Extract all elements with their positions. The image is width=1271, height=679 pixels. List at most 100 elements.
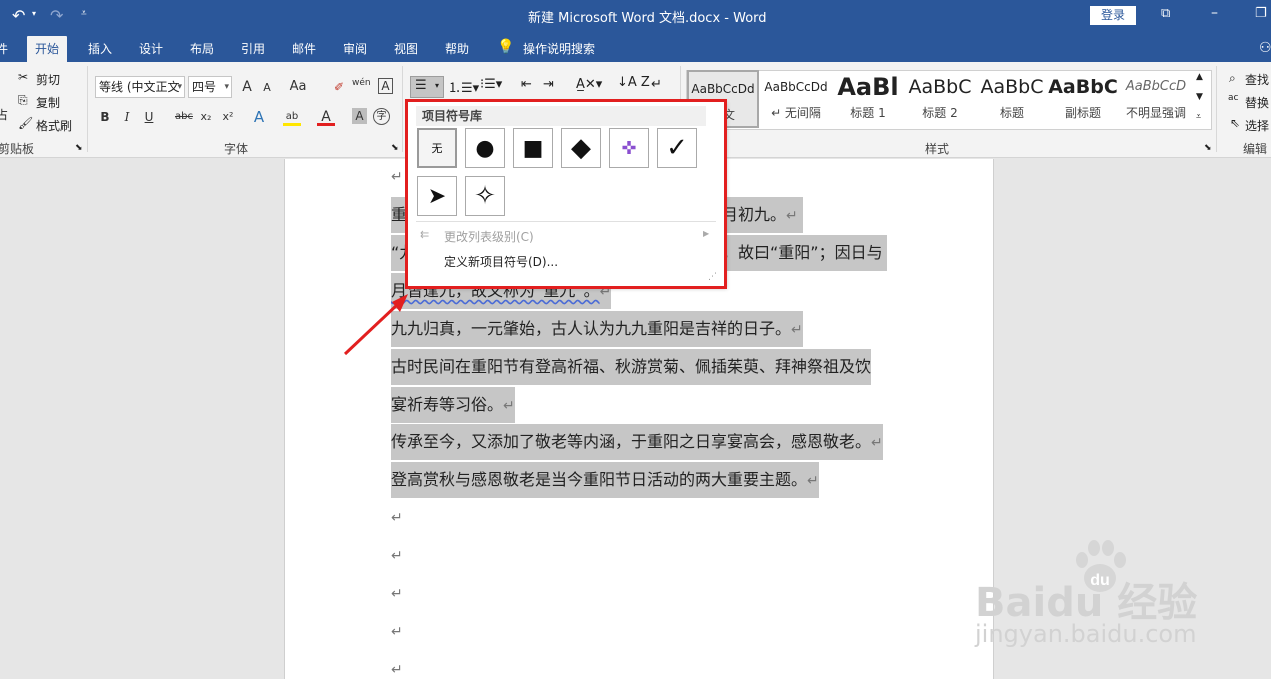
tell-me-search[interactable]: 操作说明搜索 <box>523 40 595 57</box>
bullet-none-option[interactable]: 无 <box>417 128 457 168</box>
undo-icon[interactable]: ↶ <box>12 6 25 25</box>
tab-references[interactable]: 引用 <box>241 40 265 57</box>
tab-file[interactable]: 件 <box>0 40 8 57</box>
customize-qat-icon[interactable]: ⩡ <box>81 8 87 19</box>
doc-line-1a[interactable]: 重 <box>391 197 408 233</box>
doc-line-6[interactable]: 宴祈寿等习俗。↵ <box>391 387 515 423</box>
text-fragment: 传承至今，又添加了敬老等内涵，于重阳之日享宴高会，感恩敬老。 <box>391 432 872 451</box>
text-effects-button[interactable]: A <box>250 108 268 126</box>
increase-indent-button[interactable]: ⇥ <box>543 77 554 92</box>
superscript-button[interactable]: x² <box>219 108 237 126</box>
shrink-font-button[interactable]: A <box>258 79 276 97</box>
tab-help[interactable]: 帮助 <box>445 40 469 57</box>
minimize-icon[interactable]: – <box>1211 5 1218 21</box>
style-no-spacing[interactable]: AaBbCcDd ↵ 无间隔 <box>760 70 832 128</box>
redo-icon[interactable]: ↷ <box>50 6 63 25</box>
bullet-four-arrow-option[interactable]: ✜ <box>609 128 649 168</box>
doc-line-5[interactable]: 古时民间在重阳节有登高祈福、秋游赏菊、佩插茱萸、拜神祭祖及饮 <box>391 349 872 385</box>
text-fragment: 重 <box>391 205 408 224</box>
style-subtle-emphasis[interactable]: AaBbCcD 不明显强调 <box>1120 70 1192 128</box>
clear-formatting-button[interactable]: ✐ <box>330 78 348 96</box>
highlight-button[interactable]: ab <box>283 108 301 126</box>
bullets-button[interactable]: ☰ ▾ <box>410 76 444 98</box>
login-button[interactable]: 登录 <box>1090 6 1136 25</box>
sort-button[interactable]: ↓A Z <box>617 75 650 90</box>
char-shading-button[interactable]: A <box>352 108 367 124</box>
bold-button[interactable]: B <box>96 108 114 126</box>
text-fragment: 登高赏秋与感恩敬老是当今重阳节日活动的两大重要主题。 <box>391 470 808 489</box>
styles-group-label: 样式 <box>925 142 950 156</box>
bullet-check-option[interactable]: ✓ <box>657 128 697 168</box>
format-painter-icon: 🖌 <box>18 116 34 130</box>
enclose-char-button[interactable]: 字 <box>373 108 390 125</box>
decrease-indent-button[interactable]: ⇤ <box>521 77 532 92</box>
font-launcher-icon[interactable]: ⬊ <box>391 143 399 153</box>
text-fragment: 宴祈寿等习俗。 <box>391 395 504 414</box>
format-painter-button[interactable]: 格式刷 <box>36 117 72 134</box>
bullet-star-option[interactable]: ✧ <box>465 176 505 216</box>
undo-dropdown-icon[interactable]: ▾ <box>32 9 36 18</box>
replace-icon: ac <box>1228 93 1239 103</box>
find-button[interactable]: 查找 <box>1245 71 1269 88</box>
change-case-button[interactable]: Aa <box>286 78 310 96</box>
find-icon: ⌕ <box>1229 71 1236 85</box>
tab-mailings[interactable]: 邮件 <box>292 40 316 57</box>
tab-view[interactable]: 视图 <box>394 40 418 57</box>
bullet-arrowhead-option[interactable]: ➤ <box>417 176 457 216</box>
numbering-button[interactable]: ⒈☰▾ <box>448 77 479 96</box>
styles-scroll-down-icon[interactable]: ▼ <box>1196 92 1203 102</box>
bullet-diamond-option[interactable]: ◆ <box>561 128 601 168</box>
paragraph-mark: ↵ <box>791 322 803 338</box>
tab-insert[interactable]: 插入 <box>88 40 112 57</box>
cut-button[interactable]: 剪切 <box>36 71 60 88</box>
lightbulb-icon: 💡 <box>497 39 515 55</box>
subscript-button[interactable]: x₂ <box>197 108 215 126</box>
strikethrough-button[interactable]: abc <box>172 108 196 126</box>
tab-review[interactable]: 审阅 <box>343 40 367 57</box>
tab-design[interactable]: 设计 <box>139 40 163 57</box>
char-border-button[interactable]: A <box>378 78 393 94</box>
copy-button[interactable]: 复制 <box>36 94 60 111</box>
paste-button-fragment[interactable]: 占 <box>0 106 8 123</box>
grow-font-button[interactable]: A <box>238 78 256 96</box>
italic-button[interactable]: I <box>118 108 136 126</box>
tab-home[interactable]: 开始 <box>27 36 68 62</box>
paragraph-mark: ↵ <box>391 586 403 602</box>
restore-icon[interactable]: ❐ <box>1255 6 1267 21</box>
clipboard-launcher-icon[interactable]: ⬊ <box>75 143 83 153</box>
style-heading-1[interactable]: AaBl 标题 1 <box>832 70 904 128</box>
font-color-button[interactable]: A <box>317 108 335 126</box>
doc-line-8[interactable]: 登高赏秋与感恩敬老是当今重阳节日活动的两大重要主题。↵ <box>391 462 819 498</box>
multilevel-list-button[interactable]: ⁝☰▾ <box>480 77 502 92</box>
style-heading-2[interactable]: AaBbC 标题 2 <box>904 70 976 128</box>
person-icon[interactable]: ⚇ <box>1259 40 1271 56</box>
styles-more-icon[interactable]: ⩡ <box>1196 112 1201 122</box>
chevron-down-icon: ▾ <box>435 81 440 90</box>
replace-button[interactable]: 替换 <box>1245 94 1269 111</box>
style-preview: AaBl <box>837 73 899 101</box>
bullet-square-option[interactable]: ■ <box>513 128 553 168</box>
change-list-level-item: 更改列表级别(C) <box>444 230 534 244</box>
styles-scroll-up-icon[interactable]: ▲ <box>1196 72 1203 82</box>
font-name-combo[interactable]: 等线 (中文正文 ▾ <box>95 76 185 98</box>
define-new-bullet-item[interactable]: 定义新项目符号(D)... <box>444 253 558 270</box>
font-size-combo[interactable]: 四号 ▾ <box>188 76 232 98</box>
ribbon-display-icon[interactable]: ⧉ <box>1161 6 1170 21</box>
doc-line-7[interactable]: 传承至今，又添加了敬老等内涵，于重阳之日享宴高会，感恩敬老。↵ <box>391 424 883 460</box>
style-title[interactable]: AaBbC 标题 <box>976 70 1048 128</box>
asian-layout-button[interactable]: A̲✕▾ <box>576 77 602 92</box>
resize-grip-icon[interactable]: ⋰ <box>708 272 717 282</box>
tab-layout[interactable]: 布局 <box>190 40 214 57</box>
style-subtitle[interactable]: AaBbC 副标题 <box>1047 70 1119 128</box>
doc-line-2b[interactable]: 道，故曰“重阳”；因日与 <box>706 235 887 271</box>
phonetic-guide-button[interactable]: wén <box>352 74 371 92</box>
show-marks-button[interactable]: ↵ <box>651 77 662 92</box>
chevron-down-icon: ▾ <box>177 82 182 92</box>
bullet-circle-option[interactable]: ● <box>465 128 505 168</box>
copy-icon: ⎘ <box>18 93 28 107</box>
doc-line-4[interactable]: 九九归真，一元肇始，古人认为九九重阳是吉祥的日子。↵ <box>391 311 803 347</box>
arrowhead-icon: ➤ <box>427 183 447 209</box>
underline-button[interactable]: U <box>140 108 158 126</box>
select-button[interactable]: 选择 <box>1245 117 1269 134</box>
styles-launcher-icon[interactable]: ⬊ <box>1204 143 1212 153</box>
